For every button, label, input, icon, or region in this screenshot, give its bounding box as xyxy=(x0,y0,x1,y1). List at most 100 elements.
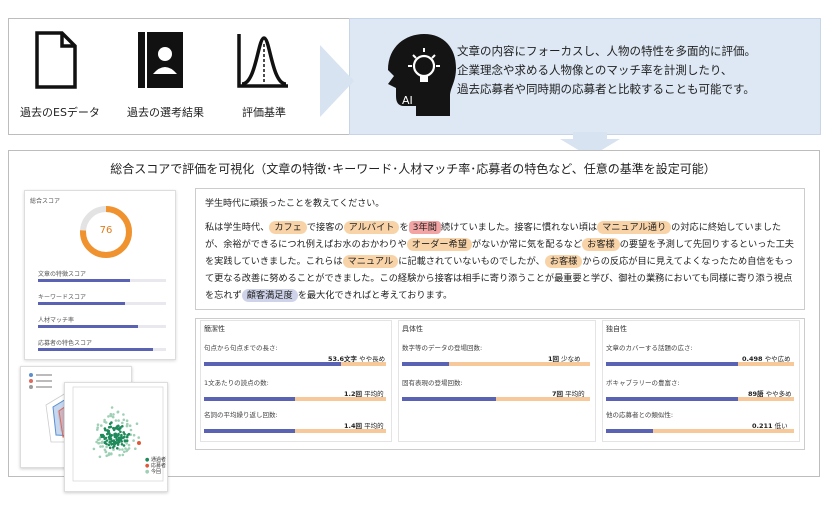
metric-bar-fill xyxy=(204,429,295,433)
scatter-point xyxy=(104,428,107,432)
score-bar-track-4 xyxy=(38,348,166,351)
score-bar-fill-4 xyxy=(38,348,154,351)
scatter-point xyxy=(105,454,108,458)
scatter-point xyxy=(99,445,102,448)
essay-text: がないか常に気を配るなど xyxy=(471,239,583,250)
keyword-highlight: カフェ xyxy=(269,221,307,234)
scatter-point xyxy=(117,419,120,422)
scatter-point xyxy=(125,442,128,445)
score-bar-label-1: 文章の特徴スコア xyxy=(38,271,87,278)
scatter-point xyxy=(116,410,120,414)
scatter-point xyxy=(114,419,118,422)
metric-bar-fill xyxy=(204,362,341,366)
metric-bar-fill xyxy=(402,362,449,366)
metric-bar-track xyxy=(402,362,590,366)
score-bar-label-3: 人材マッチ率 xyxy=(38,317,75,324)
essay-question: 学生時代に頑張ったことを教えてください。 xyxy=(205,199,385,209)
keyword-highlight-blue: 顧客満足度 xyxy=(241,289,298,302)
ai-description-line-1: 文章の内容にフォーカスし、人物の特性を多面的に評価。 xyxy=(457,44,756,58)
metric-label: 1文あたりの読点の数: xyxy=(204,379,269,387)
scatter-point xyxy=(119,426,122,430)
metric-label: 句点から句点までの長さ: xyxy=(204,344,278,352)
scatter-point xyxy=(96,423,100,426)
score-bar-label-4: 応募者の特色スコア xyxy=(38,340,93,347)
scatter-point xyxy=(98,455,102,459)
metric-bar-track xyxy=(606,429,794,433)
scatter-point xyxy=(103,448,107,452)
metric-bar-track xyxy=(204,397,386,401)
scatter-point xyxy=(132,439,135,442)
scatter-point xyxy=(111,446,115,449)
metric-column-title: 独自性 xyxy=(606,325,627,333)
metric-label: 他の応募者との類似性: xyxy=(606,411,674,419)
score-bar-fill-2 xyxy=(38,302,126,305)
essay-text: 私は学生時代、 xyxy=(205,222,270,233)
scatter-point xyxy=(123,432,126,436)
number-highlight: 3年間 xyxy=(408,221,441,234)
scatter-point xyxy=(135,422,139,425)
metric-bar-track xyxy=(204,362,386,366)
scatter-point xyxy=(97,441,101,445)
scatter-point xyxy=(123,450,126,454)
right-arrow-icon xyxy=(320,45,354,117)
scatter-point xyxy=(118,448,121,451)
essay-text: に記載されていないものでしたが、 xyxy=(398,256,545,267)
scatter-point xyxy=(96,426,99,429)
ai-head-icon xyxy=(380,30,460,120)
scatter-point xyxy=(92,447,96,451)
scatter-chart-card xyxy=(64,382,168,492)
metric-bar-fill xyxy=(606,429,653,433)
score-bar-track-3 xyxy=(38,325,166,328)
scatter-point xyxy=(116,447,119,450)
scatter-point xyxy=(121,448,124,451)
scatter-point xyxy=(134,447,137,450)
metric-column-title: 具体性 xyxy=(402,325,423,333)
ai-description-line-3: 過去応募者や同時期の応募者と比較することも可能です。 xyxy=(457,82,755,96)
metric-column-title: 簡潔性 xyxy=(204,325,225,333)
scatter-legend: ● 通過者 ● 応募者 ● 今回 xyxy=(145,457,166,475)
scatter-point xyxy=(128,424,132,427)
keyword-highlight: お客様 xyxy=(582,238,620,251)
score-bar-track-2 xyxy=(38,302,166,305)
past-selection-results-label: 過去の選考結果 xyxy=(127,106,204,119)
metric-bar-fill xyxy=(204,397,295,401)
scatter-point xyxy=(122,444,126,447)
keyword-highlight: オーダー希望 xyxy=(406,238,472,251)
metric-bar-fill xyxy=(606,362,738,366)
keyword-highlight: マニュアル通り xyxy=(597,221,672,234)
scatter-point xyxy=(105,442,108,446)
scatter-point xyxy=(125,419,129,422)
metric-bar-track xyxy=(402,397,590,401)
metric-bar-fill xyxy=(606,397,738,401)
metric-label: 固有表現の登場回数: xyxy=(402,379,463,387)
metric-label: 名詞の平均繰り返し回数: xyxy=(204,411,278,419)
scatter-point xyxy=(109,425,112,429)
scatter-point xyxy=(126,433,129,437)
ai-label: AI xyxy=(402,94,413,107)
ai-description: 文章の内容にフォーカスし、人物の特性を多面的に評価。 企業理念や求める人物像との… xyxy=(457,42,756,99)
metric-bar-track xyxy=(204,429,386,433)
total-score-value: 76 xyxy=(99,225,113,236)
scatter-point xyxy=(105,445,108,449)
scatter-point xyxy=(101,445,104,448)
scatter-point xyxy=(121,421,124,425)
scatter-point xyxy=(107,452,111,455)
evaluation-criteria-label: 評価基準 xyxy=(242,106,286,119)
total-score-title: 総合スコア xyxy=(30,198,61,205)
metric-bar-track xyxy=(606,397,794,401)
scatter-point xyxy=(115,434,119,438)
scatter-point xyxy=(95,440,98,444)
scatter-point xyxy=(129,428,133,432)
results-title: 総合スコアで評価を可視化（文章の特徴･キーワード･人材マッチ率･応募者の特色など… xyxy=(110,162,716,176)
scatter-point xyxy=(102,434,105,438)
essay-text: を xyxy=(399,222,409,233)
scatter-point xyxy=(132,433,136,437)
scatter-point xyxy=(119,430,122,434)
essay-text: を最大化できればと考えております。 xyxy=(297,290,453,301)
keyword-highlight: アルバイト xyxy=(343,221,400,234)
scatter-point xyxy=(110,406,114,409)
scatter-point xyxy=(103,418,106,422)
scatter-point xyxy=(122,413,125,416)
score-bar-label-2: キーワードスコア xyxy=(38,294,87,301)
metric-label: ボキャブラリーの豊富さ: xyxy=(606,379,680,387)
